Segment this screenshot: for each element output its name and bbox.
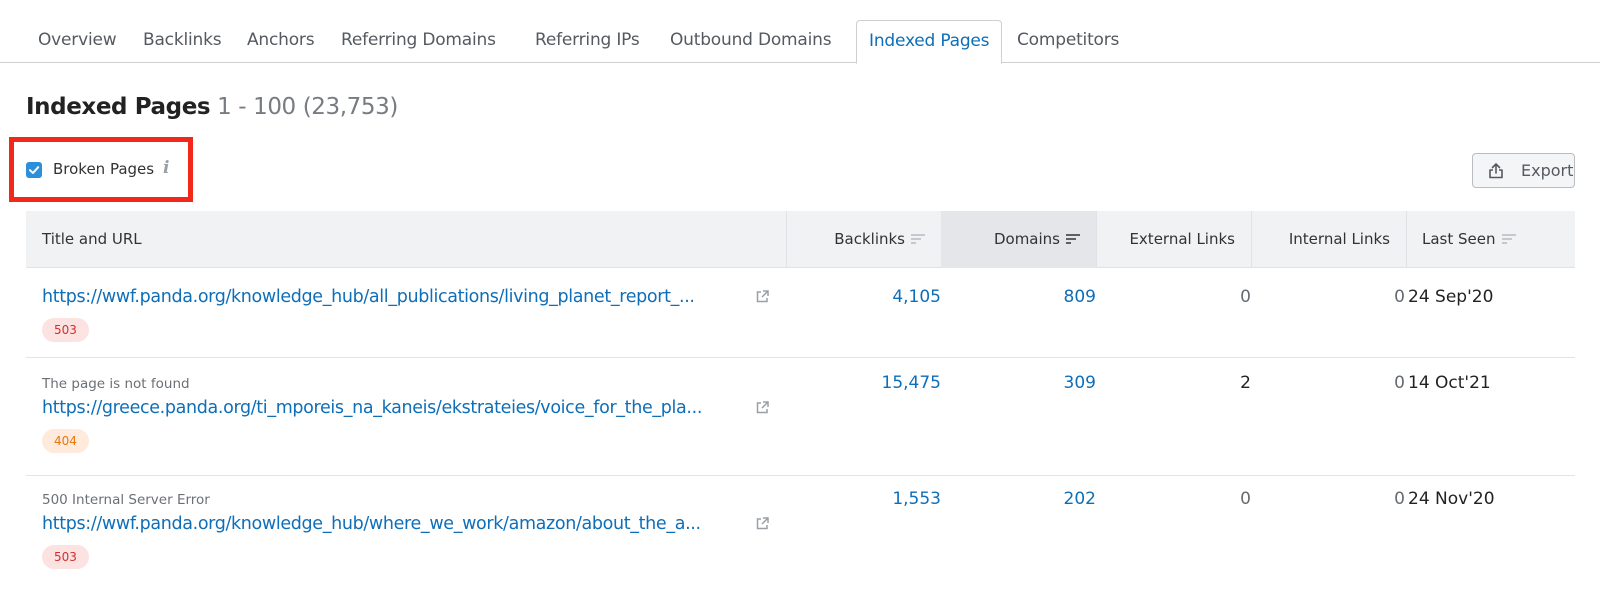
- sort-icon: [1066, 233, 1080, 245]
- external-link-icon[interactable]: [755, 400, 770, 419]
- status-badge: 404: [42, 429, 89, 453]
- page-title-text: The page is not found: [42, 376, 190, 392]
- domains-count[interactable]: 809: [1064, 287, 1096, 307]
- tab-referring-ips[interactable]: Referring IPs: [523, 20, 652, 63]
- last-seen-date: 24 Sep'20: [1408, 287, 1494, 307]
- column-domains[interactable]: Domains: [941, 211, 1096, 268]
- status-badge: 503: [42, 318, 89, 342]
- backlinks-count[interactable]: 4,105: [892, 287, 941, 307]
- column-external-links: External Links: [1129, 230, 1235, 248]
- domains-count[interactable]: 202: [1064, 489, 1096, 509]
- tab-backlinks[interactable]: Backlinks: [131, 20, 233, 63]
- column-divider: [1406, 211, 1407, 268]
- page-title-text: 500 Internal Server Error: [42, 492, 210, 508]
- external-links-count: 0: [1240, 287, 1251, 307]
- export-label: Export: [1521, 161, 1574, 180]
- internal-links-count: 0: [1394, 373, 1405, 393]
- external-link-icon[interactable]: [755, 516, 770, 535]
- tab-indexed-pages[interactable]: Indexed Pages: [856, 20, 1003, 64]
- export-button[interactable]: Export: [1472, 153, 1575, 188]
- page-url-link[interactable]: https://greece.panda.org/ti_mporeis_na_k…: [42, 398, 702, 418]
- tab-outbound-domains[interactable]: Outbound Domains: [658, 20, 843, 63]
- column-last-seen[interactable]: Last Seen: [1422, 211, 1516, 268]
- tab-overview[interactable]: Overview: [26, 20, 128, 63]
- table-row: https://wwf.panda.org/knowledge_hub/all_…: [26, 268, 1575, 358]
- column-internal-links: Internal Links: [1288, 230, 1390, 248]
- column-backlinks[interactable]: Backlinks: [787, 211, 941, 268]
- broken-pages-checkbox[interactable]: [26, 162, 42, 178]
- backlinks-count[interactable]: 15,475: [882, 373, 941, 393]
- status-badge: 503: [42, 545, 89, 569]
- table-row: The page is not found https://greece.pan…: [26, 358, 1575, 476]
- info-icon[interactable]: i: [163, 158, 169, 178]
- page-title-text: Indexed Pages: [26, 94, 211, 120]
- result-range: 1 - 100 (23,753): [217, 94, 398, 120]
- last-seen-date: 24 Nov'20: [1408, 489, 1495, 509]
- check-icon: [29, 166, 40, 174]
- page-url-link[interactable]: https://wwf.panda.org/knowledge_hub/all_…: [42, 287, 695, 307]
- tab-referring-domains[interactable]: Referring Domains: [329, 20, 508, 63]
- table-header: Title and URL Backlinks Domains External…: [26, 211, 1575, 268]
- sort-icon: [911, 233, 925, 245]
- backlinks-count[interactable]: 1,553: [892, 489, 941, 509]
- sort-icon: [1501, 233, 1516, 245]
- last-seen-date: 14 Oct'21: [1408, 373, 1491, 393]
- tab-bar: Overview Backlinks Anchors Referring Dom…: [0, 0, 1600, 64]
- external-links-count: 2: [1240, 373, 1251, 393]
- internal-links-count: 0: [1394, 489, 1405, 509]
- tab-competitors[interactable]: Competitors: [1005, 20, 1131, 63]
- column-title-and-url: Title and URL: [42, 230, 142, 248]
- tab-anchors[interactable]: Anchors: [235, 20, 326, 63]
- export-icon: [1489, 163, 1503, 179]
- broken-pages-label[interactable]: Broken Pages: [53, 160, 154, 178]
- domains-count[interactable]: 309: [1064, 373, 1096, 393]
- table-row: 500 Internal Server Error https://wwf.pa…: [26, 476, 1575, 594]
- external-links-count: 0: [1240, 489, 1251, 509]
- external-link-icon[interactable]: [755, 289, 770, 308]
- internal-links-count: 0: [1394, 287, 1405, 307]
- page-title: Indexed Pages 1 - 100 (23,753): [26, 94, 398, 120]
- page-url-link[interactable]: https://wwf.panda.org/knowledge_hub/wher…: [42, 514, 701, 534]
